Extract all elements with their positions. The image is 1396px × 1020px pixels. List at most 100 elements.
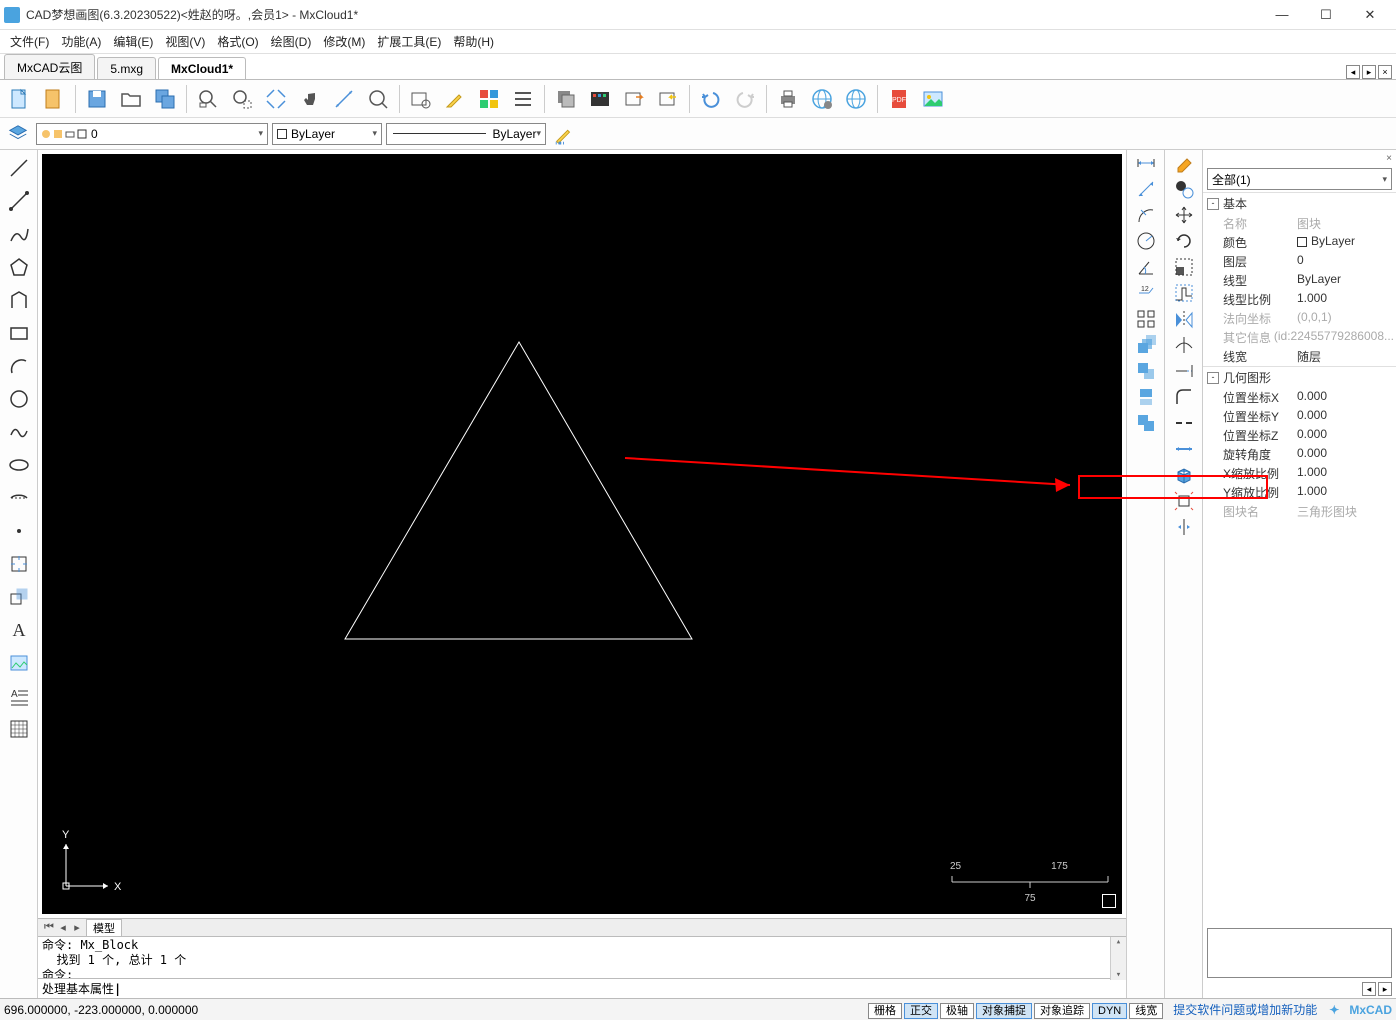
panel-close-icon[interactable]: × (1386, 153, 1392, 164)
property-row[interactable]: X缩放比例1.000 (1203, 464, 1396, 483)
rectangle-tool-icon[interactable] (3, 317, 35, 349)
triangle-block-entity[interactable] (42, 154, 1122, 914)
center-align-icon[interactable] (1173, 516, 1195, 541)
color-grid-icon[interactable] (584, 83, 616, 115)
property-row[interactable]: 位置坐标Z0.000 (1203, 426, 1396, 445)
print-icon[interactable] (772, 83, 804, 115)
maximize-button[interactable]: ☐ (1304, 1, 1348, 29)
group-collapse-icon[interactable]: - (1207, 198, 1219, 210)
spline-tool-icon[interactable] (3, 416, 35, 448)
property-row[interactable]: Y缩放比例1.000 (1203, 483, 1396, 502)
move-tool-icon[interactable] (1173, 204, 1195, 229)
layout-nav-next[interactable]: ▸ (70, 921, 84, 934)
property-value[interactable]: ByLayer (1297, 272, 1394, 289)
property-row[interactable]: 颜色ByLayer (1203, 233, 1396, 252)
property-value[interactable]: (id:22455779286008... (1274, 329, 1394, 346)
menu-item[interactable]: 绘图(D) (267, 31, 316, 52)
ray-tool-icon[interactable] (3, 185, 35, 217)
property-value[interactable]: 1.000 (1297, 484, 1394, 501)
extend-icon[interactable] (1173, 360, 1195, 385)
mtext-tool-icon[interactable]: A (3, 680, 35, 712)
dim-linear-icon[interactable] (1135, 152, 1157, 177)
undo-icon[interactable] (695, 83, 727, 115)
status-toggle[interactable]: DYN (1092, 1003, 1127, 1019)
property-row[interactable]: 线型ByLayer (1203, 271, 1396, 290)
pdf-icon[interactable]: PDF (883, 83, 915, 115)
import-icon[interactable] (652, 83, 684, 115)
menu-item[interactable]: 扩展工具(E) (373, 31, 445, 52)
hatch-tool-icon[interactable] (3, 713, 35, 745)
tab-nav-left[interactable]: ◂ (1346, 65, 1360, 79)
minimize-button[interactable]: — (1260, 1, 1304, 29)
status-toggle[interactable]: 正交 (904, 1003, 938, 1019)
property-value[interactable]: 0.000 (1297, 408, 1394, 425)
new-file-icon[interactable] (4, 83, 36, 115)
property-value[interactable]: 1.000 (1297, 465, 1394, 482)
prop-scroll-right[interactable]: ▸ (1378, 982, 1392, 996)
property-value[interactable]: 0.000 (1297, 446, 1394, 463)
polyline-tool-icon[interactable] (3, 218, 35, 250)
list-icon[interactable] (507, 83, 539, 115)
document-tab[interactable]: 5.mxg (97, 57, 156, 79)
point-tool-icon[interactable] (3, 515, 35, 547)
zoom-window-icon[interactable] (192, 83, 224, 115)
text-tool-icon[interactable]: A (3, 614, 35, 646)
property-row[interactable]: 线型比例1.000 (1203, 290, 1396, 309)
arc-tool-icon[interactable] (3, 350, 35, 382)
menu-item[interactable]: 文件(F) (6, 31, 53, 52)
menu-item[interactable]: 修改(M) (319, 31, 369, 52)
dim-radius-icon[interactable] (1135, 230, 1157, 255)
property-row[interactable]: 旋转角度0.000 (1203, 445, 1396, 464)
dim-angular-icon[interactable] (1135, 256, 1157, 281)
explode-icon[interactable] (1173, 490, 1195, 515)
dim-arc-icon[interactable] (1135, 204, 1157, 229)
property-row[interactable]: 法向坐标(0,0,1) (1203, 309, 1396, 328)
zoom-realtime-icon[interactable] (226, 83, 258, 115)
zoom-icon[interactable] (362, 83, 394, 115)
save-as-icon[interactable] (149, 83, 181, 115)
property-value[interactable]: (0,0,1) (1297, 310, 1394, 327)
mirror-icon[interactable] (1173, 308, 1195, 333)
close-button[interactable]: ✕ (1348, 1, 1392, 29)
join-icon[interactable] (1173, 438, 1195, 463)
selection-filter-dropdown[interactable]: 全部(1) ▾ (1207, 168, 1392, 190)
save-icon[interactable] (81, 83, 113, 115)
color-palette-icon[interactable] (473, 83, 505, 115)
document-tab[interactable]: MxCloud1* (158, 57, 246, 79)
layout-tab-model[interactable]: 模型 (86, 919, 122, 937)
property-value[interactable]: 1.000 (1297, 291, 1394, 308)
command-input[interactable]: 处理基本属性 | (38, 978, 1126, 998)
property-value[interactable]: ByLayer (1297, 234, 1394, 251)
property-row[interactable]: 其它信息(id:22455779286008... (1203, 328, 1396, 347)
scale-tool-icon[interactable] (1173, 256, 1195, 281)
layout-nav-prev[interactable]: ◂ (56, 921, 70, 934)
feedback-link[interactable]: 提交软件问题或增加新功能 (1173, 1001, 1317, 1018)
color-dropdown[interactable]: ByLayer ▾ (272, 123, 382, 145)
line-tool-icon[interactable] (3, 152, 35, 184)
layout-nav-first[interactable]: ⏮ (42, 921, 56, 934)
property-row[interactable]: 位置坐标X0.000 (1203, 388, 1396, 407)
array-rect-icon[interactable] (1135, 308, 1157, 333)
linetype-edit-icon[interactable] (550, 121, 578, 147)
group-collapse-icon[interactable]: - (1207, 372, 1219, 384)
stretch-icon[interactable] (1173, 282, 1195, 307)
highlight-icon[interactable] (439, 83, 471, 115)
property-row[interactable]: 图层0 (1203, 252, 1396, 271)
measure-icon[interactable] (328, 83, 360, 115)
block-insert-icon[interactable] (3, 548, 35, 580)
menu-item[interactable]: 编辑(E) (109, 31, 157, 52)
web-settings-icon[interactable] (806, 83, 838, 115)
dim-aligned-icon[interactable] (1135, 178, 1157, 203)
layer-dropdown[interactable]: 0 ▾ (36, 123, 268, 145)
rotate-tool-icon[interactable] (1173, 230, 1195, 255)
open-folder-icon[interactable] (115, 83, 147, 115)
erase-icon[interactable] (1173, 152, 1195, 177)
status-toggle[interactable]: 栅格 (868, 1003, 902, 1019)
pan-icon[interactable] (294, 83, 326, 115)
block-create-icon[interactable] (3, 581, 35, 613)
command-scrollbar[interactable]: ▴▾ (1110, 937, 1126, 980)
property-row[interactable]: 位置坐标Y0.000 (1203, 407, 1396, 426)
status-toggle[interactable]: 极轴 (940, 1003, 974, 1019)
polygon-tool-icon[interactable] (3, 251, 35, 283)
group-icon[interactable] (1135, 412, 1157, 437)
